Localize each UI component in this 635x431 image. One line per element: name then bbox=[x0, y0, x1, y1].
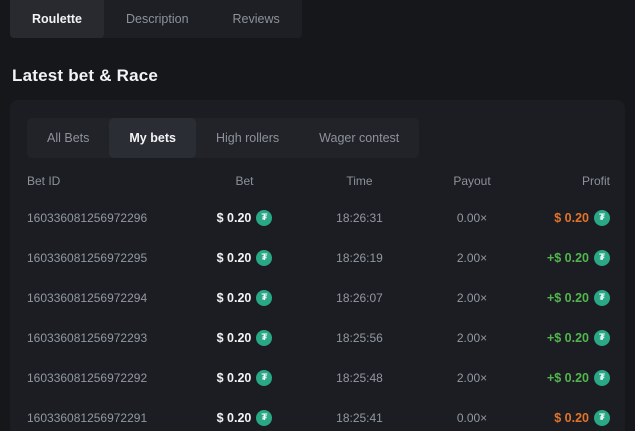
tether-coin-icon: ₮ bbox=[594, 210, 610, 226]
tether-coin-icon: ₮ bbox=[594, 330, 610, 346]
payout-cell: 2.00× bbox=[417, 371, 527, 385]
profit-amount: +$ 0.20 bbox=[547, 371, 589, 385]
profit-amount: $ 0.20 bbox=[554, 211, 589, 225]
bet-amount: $ 0.20 bbox=[217, 291, 252, 305]
profit-amount: +$ 0.20 bbox=[547, 251, 589, 265]
filter-tab-wager-contest[interactable]: Wager contest bbox=[299, 118, 419, 158]
filter-tab-high-rollers[interactable]: High rollers bbox=[196, 118, 299, 158]
table-row: 160336081256972293$ 0.20₮18:25:562.00×+$… bbox=[27, 318, 610, 358]
profit-cell: +$ 0.20 ₮ bbox=[527, 290, 610, 306]
column-header-payout: Payout bbox=[417, 174, 527, 188]
bet-amount: $ 0.20 bbox=[217, 411, 252, 425]
column-header-profit: Profit bbox=[527, 174, 610, 188]
time-cell: 18:25:41 bbox=[302, 411, 417, 425]
latest-bets-panel: All BetsMy betsHigh rollersWager contest… bbox=[10, 100, 625, 431]
payout-cell: 2.00× bbox=[417, 251, 527, 265]
tether-coin-icon: ₮ bbox=[594, 370, 610, 386]
column-header-bet: Bet bbox=[187, 174, 302, 188]
table-row: 160336081256972296$ 0.20₮18:26:310.00×$ … bbox=[27, 198, 610, 238]
time-cell: 18:26:19 bbox=[302, 251, 417, 265]
tether-coin-icon: ₮ bbox=[256, 330, 272, 346]
column-header-time: Time bbox=[302, 174, 417, 188]
table-row: 160336081256972295$ 0.20₮18:26:192.00×+$… bbox=[27, 238, 610, 278]
payout-cell: 2.00× bbox=[417, 291, 527, 305]
bet-amount: $ 0.20 bbox=[217, 331, 252, 345]
profit-cell: +$ 0.20 ₮ bbox=[527, 250, 610, 266]
filter-tab-all-bets[interactable]: All Bets bbox=[27, 118, 109, 158]
profit-amount: $ 0.20 bbox=[554, 411, 589, 425]
bet-amount: $ 0.20 bbox=[217, 251, 252, 265]
time-cell: 18:25:48 bbox=[302, 371, 417, 385]
section-title: Latest bet & Race bbox=[12, 66, 635, 86]
payout-cell: 2.00× bbox=[417, 331, 527, 345]
game-page-tabs: RouletteDescriptionReviews bbox=[10, 0, 302, 38]
page-tab-roulette[interactable]: Roulette bbox=[10, 0, 104, 38]
page-tab-reviews[interactable]: Reviews bbox=[211, 0, 302, 38]
time-cell: 18:26:31 bbox=[302, 211, 417, 225]
bet-id-cell: 160336081256972291 bbox=[27, 411, 187, 425]
profit-amount: +$ 0.20 bbox=[547, 291, 589, 305]
table-body: 160336081256972296$ 0.20₮18:26:310.00×$ … bbox=[27, 198, 610, 431]
table-row: 160336081256972294$ 0.20₮18:26:072.00×+$… bbox=[27, 278, 610, 318]
table-header-row: Bet IDBetTimePayoutProfit bbox=[27, 164, 610, 198]
tether-coin-icon: ₮ bbox=[256, 250, 272, 266]
bet-amount: $ 0.20 bbox=[217, 371, 252, 385]
tether-coin-icon: ₮ bbox=[594, 250, 610, 266]
bet-cell: $ 0.20 ₮ bbox=[187, 330, 302, 346]
page-tab-description[interactable]: Description bbox=[104, 0, 211, 38]
bets-table: Bet IDBetTimePayoutProfit 16033608125697… bbox=[27, 164, 610, 431]
tether-coin-icon: ₮ bbox=[594, 290, 610, 306]
time-cell: 18:26:07 bbox=[302, 291, 417, 305]
bet-cell: $ 0.20 ₮ bbox=[187, 410, 302, 426]
tether-coin-icon: ₮ bbox=[256, 410, 272, 426]
bet-cell: $ 0.20 ₮ bbox=[187, 370, 302, 386]
bet-id-cell: 160336081256972296 bbox=[27, 211, 187, 225]
profit-amount: +$ 0.20 bbox=[547, 331, 589, 345]
table-row: 160336081256972292$ 0.20₮18:25:482.00×+$… bbox=[27, 358, 610, 398]
tether-coin-icon: ₮ bbox=[594, 410, 610, 426]
time-cell: 18:25:56 bbox=[302, 331, 417, 345]
table-row: 160336081256972291$ 0.20₮18:25:410.00×$ … bbox=[27, 398, 610, 431]
bet-amount: $ 0.20 bbox=[217, 211, 252, 225]
tether-coin-icon: ₮ bbox=[256, 290, 272, 306]
column-header-bet-id: Bet ID bbox=[27, 174, 187, 188]
profit-cell: $ 0.20 ₮ bbox=[527, 410, 610, 426]
bet-id-cell: 160336081256972292 bbox=[27, 371, 187, 385]
profit-cell: +$ 0.20 ₮ bbox=[527, 330, 610, 346]
payout-cell: 0.00× bbox=[417, 211, 527, 225]
filter-tab-my-bets[interactable]: My bets bbox=[109, 118, 196, 158]
tether-coin-icon: ₮ bbox=[256, 370, 272, 386]
bet-id-cell: 160336081256972293 bbox=[27, 331, 187, 345]
tether-coin-icon: ₮ bbox=[256, 210, 272, 226]
bet-id-cell: 160336081256972295 bbox=[27, 251, 187, 265]
bet-cell: $ 0.20 ₮ bbox=[187, 290, 302, 306]
bets-filter-tabs: All BetsMy betsHigh rollersWager contest bbox=[27, 118, 419, 158]
bet-cell: $ 0.20 ₮ bbox=[187, 210, 302, 226]
profit-cell: +$ 0.20 ₮ bbox=[527, 370, 610, 386]
profit-cell: $ 0.20 ₮ bbox=[527, 210, 610, 226]
bet-id-cell: 160336081256972294 bbox=[27, 291, 187, 305]
payout-cell: 0.00× bbox=[417, 411, 527, 425]
bet-cell: $ 0.20 ₮ bbox=[187, 250, 302, 266]
